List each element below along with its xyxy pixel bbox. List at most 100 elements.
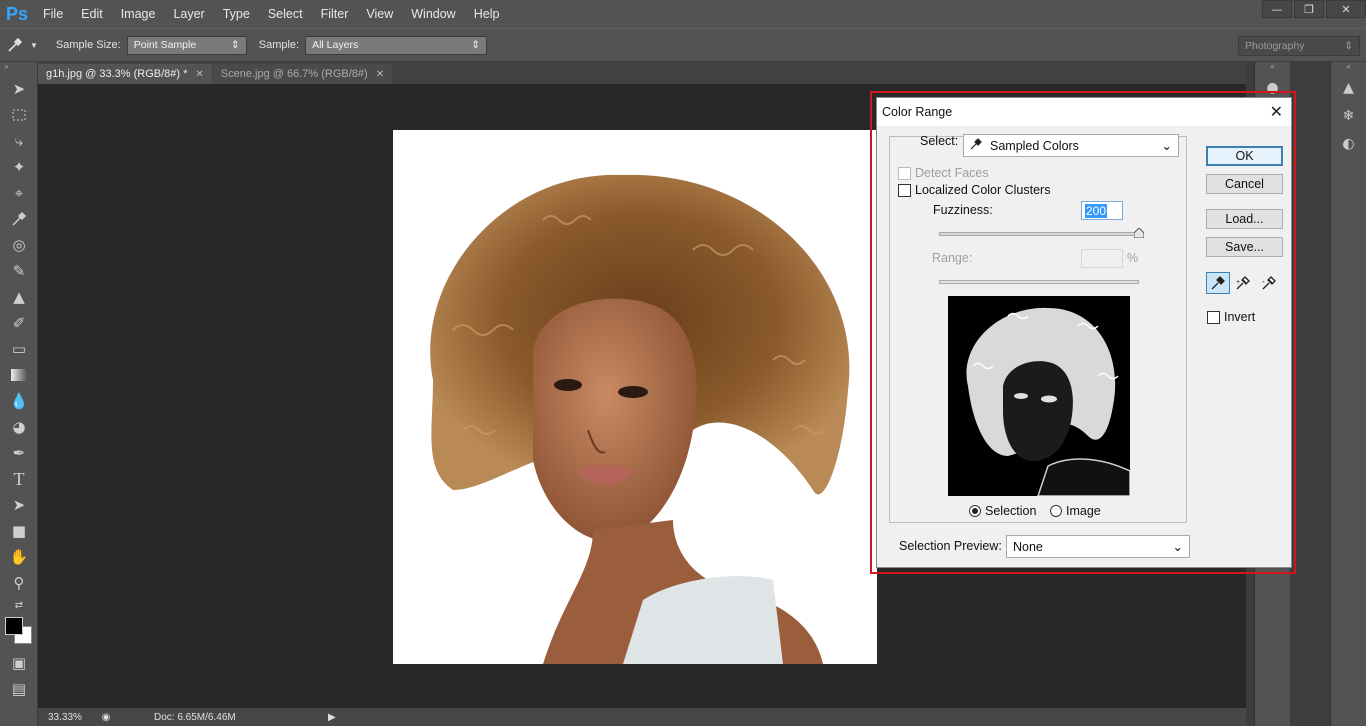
cancel-button[interactable]: Cancel — [1206, 174, 1283, 194]
menu-type[interactable]: Type — [214, 7, 259, 21]
magic-wand-icon[interactable]: ✦ — [0, 154, 38, 180]
fuzziness-label: Fuzziness: — [933, 203, 993, 217]
crop-tool-icon[interactable]: ⌖ — [0, 180, 38, 206]
window-controls: — ❐ ✕ — [1260, 0, 1366, 20]
tab-label: g1h.jpg @ 33.3% (RGB/8#) * — [46, 68, 188, 80]
blur-tool-icon[interactable]: 💧 — [0, 388, 38, 414]
status-menu-arrow-icon[interactable]: ▶ — [328, 712, 336, 723]
detect-faces-label: Detect Faces — [915, 166, 989, 180]
invert-checkbox[interactable] — [1207, 310, 1220, 324]
foreground-color-swatch[interactable] — [5, 617, 23, 635]
quick-mask-icon[interactable]: ▣ — [0, 650, 38, 676]
sample-size-select[interactable]: Point Sample ⇕ — [126, 35, 247, 55]
hand-tool-icon[interactable]: ✋ — [0, 544, 38, 570]
selection-radio[interactable] — [969, 505, 981, 517]
updown-icon: ⇕ — [1344, 40, 1353, 52]
eyedropper-tool-preset-icon[interactable] — [0, 31, 30, 59]
menu-window[interactable]: Window — [402, 7, 464, 21]
load-button[interactable]: Load... — [1206, 209, 1283, 229]
chevron-down-icon: ⌄ — [1172, 540, 1183, 554]
document-tabs: g1h.jpg @ 33.3% (RGB/8#) * ✕ Scene.jpg @ … — [38, 62, 1246, 84]
image-radio[interactable] — [1050, 505, 1062, 517]
eyedropper-icon — [970, 138, 982, 153]
range-label: Range: — [932, 251, 973, 265]
dodge-tool-icon[interactable]: ◕ — [0, 414, 38, 440]
menu-image[interactable]: Image — [112, 7, 165, 21]
fuzziness-input[interactable]: 200 — [1081, 201, 1123, 220]
tab-label: Scene.jpg @ 66.7% (RGB/8#) — [220, 68, 368, 80]
fuzziness-slider-thumb[interactable] — [1134, 228, 1144, 238]
menu-filter[interactable]: Filter — [312, 7, 358, 21]
shape-tool-icon[interactable]: ■ — [0, 518, 38, 544]
path-selection-icon[interactable]: ➤ — [0, 492, 38, 518]
detect-faces-checkbox[interactable] — [898, 166, 911, 180]
brush-tool-icon[interactable]: ✎ — [0, 258, 38, 284]
history-brush-icon[interactable]: ✐ — [0, 310, 38, 336]
tab-scene[interactable]: Scene.jpg @ 66.7% (RGB/8#) ✕ — [212, 64, 393, 84]
ok-button[interactable]: OK — [1206, 146, 1283, 166]
save-button[interactable]: Save... — [1206, 237, 1283, 257]
updown-icon: ⇕ — [230, 39, 240, 51]
healing-brush-icon[interactable]: ◎ — [0, 232, 38, 258]
eyedropper-subtract-icon[interactable]: - — [1258, 272, 1282, 294]
navigator-panel-icon[interactable]: ❄ — [1331, 102, 1366, 130]
eyedropper-tool-icon[interactable] — [0, 206, 38, 232]
move-tool-icon[interactable]: ➤ — [0, 76, 38, 102]
type-tool-icon[interactable]: T — [0, 466, 38, 492]
close-window-icon[interactable]: ✕ — [1326, 0, 1366, 18]
adjustments-panel-icon[interactable]: ◐ — [1331, 130, 1366, 158]
screen-mode-icon[interactable]: ▤ — [0, 676, 38, 702]
minimize-icon[interactable]: — — [1262, 0, 1292, 18]
menu-edit[interactable]: Edit — [72, 7, 112, 21]
histogram-panel-icon[interactable]: ▲ — [1331, 74, 1366, 102]
menu-layer[interactable]: Layer — [164, 7, 213, 21]
workspace-select[interactable]: Photography ⇕ — [1238, 36, 1360, 56]
zoom-tool-icon[interactable]: ⚲ — [0, 570, 38, 596]
eraser-tool-icon[interactable]: ▭ — [0, 336, 38, 362]
marquee-tool-icon[interactable] — [0, 102, 38, 128]
eyedropper-add-icon[interactable]: + — [1232, 272, 1256, 294]
sample-label: Sample: — [258, 39, 300, 51]
collapse-icon[interactable]: » — [0, 62, 37, 76]
sample-select[interactable]: All Layers ⇕ — [305, 35, 488, 55]
range-input[interactable] — [1081, 249, 1123, 268]
image-radio-label: Image — [1066, 504, 1101, 518]
select-combo[interactable]: Sampled Colors ⌄ — [963, 134, 1179, 157]
select-label: Select: — [920, 134, 959, 148]
options-bar: ▼ Sample Size: Point Sample ⇕ Sample: Al… — [0, 28, 1366, 62]
restore-icon[interactable]: ❐ — [1294, 0, 1324, 18]
menu-help[interactable]: Help — [465, 7, 509, 21]
fuzziness-slider[interactable] — [939, 232, 1139, 236]
clone-stamp-icon[interactable]: ▲ — [0, 284, 38, 310]
color-swatches[interactable] — [0, 614, 37, 650]
menu-bar: Ps File Edit Image Layer Type Select Fil… — [0, 0, 1366, 28]
zoom-level[interactable]: 33.33% — [38, 712, 96, 723]
dock-column-2: « ▲ ❄ ◐ — [1330, 62, 1366, 726]
tool-preset-arrow-icon[interactable]: ▼ — [30, 41, 38, 50]
menu-view[interactable]: View — [357, 7, 402, 21]
collapse-icon[interactable]: « — [1331, 62, 1366, 74]
pen-tool-icon[interactable]: ✒ — [0, 440, 38, 466]
close-icon[interactable]: ✕ — [1270, 102, 1283, 122]
collapse-icon[interactable]: « — [1255, 62, 1290, 74]
chevron-down-icon: ⌄ — [1161, 139, 1172, 153]
localized-clusters-checkbox[interactable] — [898, 183, 911, 197]
lasso-tool-icon[interactable]: ⤷ — [0, 128, 38, 154]
close-tab-icon[interactable]: ✕ — [376, 69, 384, 80]
tab-g1h[interactable]: g1h.jpg @ 33.3% (RGB/8#) * ✕ — [38, 64, 212, 84]
menu-select[interactable]: Select — [259, 7, 312, 21]
app-logo: Ps — [5, 3, 29, 24]
color-range-dialog: Color Range ✕ Select: Sampled Colors ⌄ D… — [876, 97, 1292, 568]
eyedropper-sample-icon[interactable] — [1206, 272, 1230, 294]
sample-value: All Layers — [312, 39, 359, 51]
selection-preview-value: None — [1013, 539, 1043, 554]
selection-preview-combo[interactable]: None ⌄ — [1006, 535, 1190, 558]
share-icon[interactable]: ◉ — [96, 712, 116, 723]
menu-file[interactable]: File — [34, 7, 72, 21]
gradient-tool-icon[interactable] — [0, 362, 38, 388]
swap-colors-icon[interactable]: ⇄ — [0, 596, 38, 614]
dialog-titlebar[interactable]: Color Range ✕ — [877, 98, 1291, 126]
range-slider[interactable] — [939, 280, 1139, 284]
document-image[interactable] — [393, 130, 877, 664]
close-tab-icon[interactable]: ✕ — [195, 69, 203, 80]
